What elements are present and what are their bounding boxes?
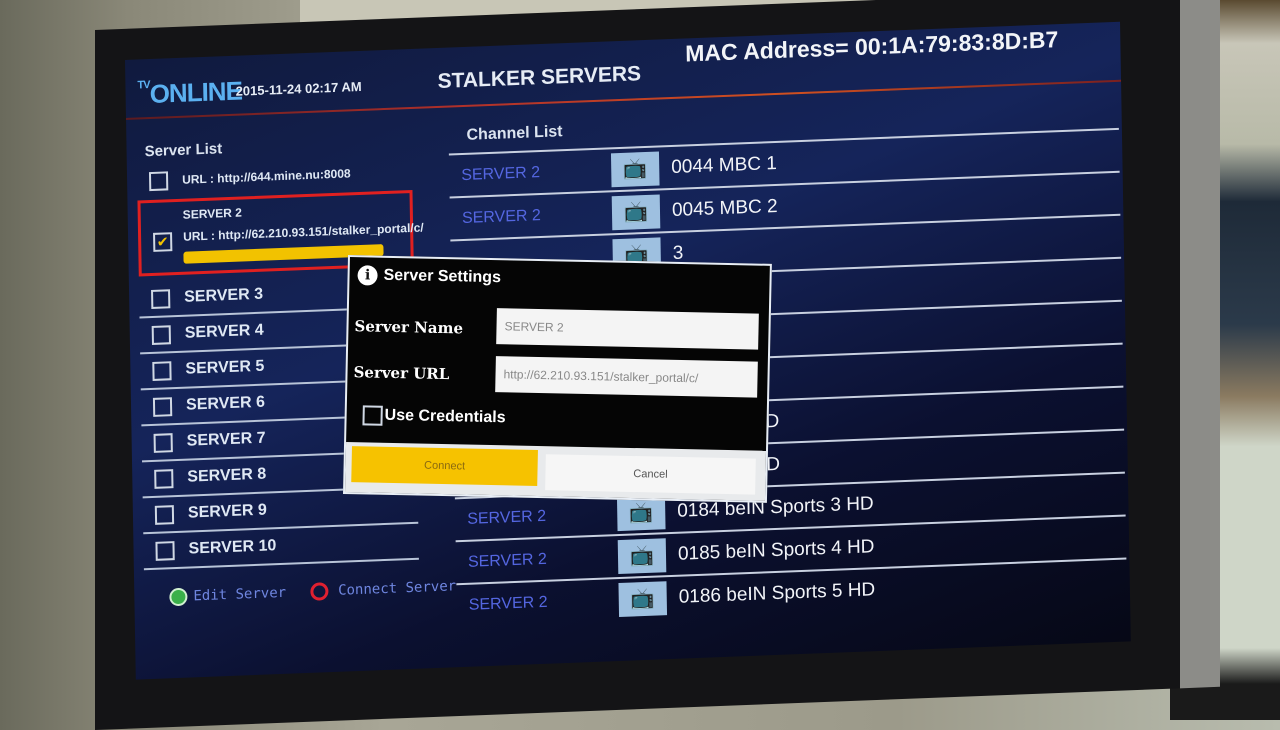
tv-icon: 📺 [610, 150, 660, 187]
use-credentials-checkbox[interactable] [362, 405, 383, 426]
dialog-title: i Server Settings [357, 265, 501, 288]
channel-server: SERVER 2 [461, 163, 541, 184]
server-name-input[interactable] [496, 308, 759, 350]
app-logo: TVONLINE [137, 75, 243, 110]
use-credentials-option[interactable]: Use Credentials [362, 405, 506, 428]
red-button-icon [309, 582, 329, 601]
server-item-1[interactable]: URL : http://644.mine.nu:8008 [137, 158, 412, 195]
checkbox[interactable] [148, 170, 169, 191]
page-title: STALKER SERVERS [437, 62, 642, 93]
server-url-label: Server URL [353, 363, 450, 384]
server-label: SERVER 6 [185, 393, 266, 414]
server-name: SERVER 2 [182, 205, 243, 222]
checkbox[interactable] [155, 540, 175, 561]
checkbox[interactable] [151, 324, 171, 345]
checkbox[interactable] [154, 504, 175, 525]
server-url-input[interactable] [495, 356, 758, 398]
channel-server: SERVER 2 [468, 593, 548, 614]
channel-name: 0185 beIN Sports 4 HD [677, 535, 875, 565]
server-list-heading: Server List [144, 140, 223, 161]
server-label: SERVER 8 [187, 465, 267, 486]
checkbox-checked[interactable]: ✔ [153, 232, 173, 252]
server-url: URL : http://62.210.93.151/stalker_porta… [183, 220, 424, 244]
channel-name: 0044 MBC 1 [671, 152, 778, 178]
server-settings-dialog: i Server Settings Server Name Server URL… [342, 255, 772, 503]
server-label: SERVER 3 [184, 285, 264, 306]
datetime: 2015-11-24 02:17 AM [235, 78, 362, 99]
server-label: SERVER 5 [185, 357, 265, 378]
server-name-label: Server Name [354, 317, 464, 338]
channel-server: SERVER 2 [461, 206, 541, 227]
server-label: SERVER 9 [187, 501, 267, 522]
channel-name: 0045 MBC 2 [671, 195, 778, 221]
green-button-icon [169, 587, 188, 607]
server-url: URL : http://644.mine.nu:8008 [182, 166, 351, 187]
dialog-button-row: Connect Cancel [345, 442, 766, 501]
server-label: SERVER 4 [184, 321, 264, 342]
server-label: SERVER 10 [188, 537, 277, 558]
checkbox[interactable] [152, 396, 173, 417]
channel-name: 0186 beIN Sports 5 HD [678, 578, 876, 608]
tv-icon: 📺 [617, 537, 667, 574]
cancel-button[interactable]: Cancel [545, 454, 756, 495]
checkbox[interactable] [152, 360, 172, 381]
tv-icon: 📺 [611, 193, 661, 230]
connect-server-hint[interactable]: Connect Server [338, 578, 456, 599]
checkbox[interactable] [153, 432, 173, 453]
connect-button[interactable]: Connect [351, 446, 538, 487]
tv-icon: 📺 [618, 580, 668, 617]
channel-server: SERVER 2 [467, 507, 547, 528]
checkbox[interactable] [151, 288, 171, 309]
checkbox[interactable] [154, 468, 174, 489]
edit-server-hint[interactable]: Edit Server [193, 585, 286, 605]
server-label: SERVER 7 [186, 429, 266, 450]
channel-server: SERVER 2 [467, 550, 547, 571]
info-icon: i [357, 265, 378, 286]
